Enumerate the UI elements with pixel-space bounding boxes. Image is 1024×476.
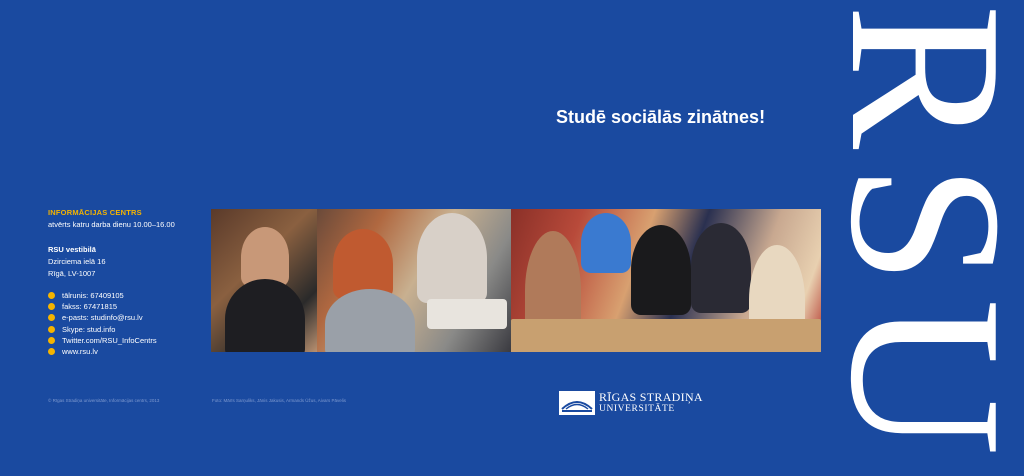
copyright-footnote: © Rīgas Stradiņa universitāte, Informāci… — [48, 398, 160, 403]
photo-credits-footnote: Foto: Mārīs Sarņuliks, Jānis Jakusis, Ar… — [212, 398, 347, 403]
contact-phone: tālrunis: 67409105 — [48, 290, 208, 301]
contact-skype: Skype: stud.info — [48, 324, 208, 335]
rsu-vertical-wordmark: RSU — [805, 4, 1024, 471]
logo-line-2: UNIVERSITĀTE — [599, 404, 675, 414]
info-centre-title: INFORMĀCIJAS CENTRS — [48, 208, 142, 217]
contact-email[interactable]: e-pasts: studinfo@rsu.lv — [48, 312, 208, 323]
student-portrait-photo — [211, 209, 317, 352]
bullet-icon — [48, 336, 55, 344]
address-line-1: Dzirciema ielā 16 — [48, 257, 106, 266]
rsu-logo: RĪGAS STRADIŅA UNIVERSITĀTE — [559, 391, 703, 415]
bullet-icon — [48, 292, 55, 300]
brochure-page: RSU Studē sociālās zinātnes! INFORMĀCIJA… — [0, 0, 1024, 476]
bullet-icon — [48, 303, 55, 311]
rsu-emblem-icon — [559, 391, 595, 415]
contact-twitter[interactable]: Twitter.com/RSU_InfoCentrs — [48, 335, 208, 346]
students-laptop-photo — [317, 209, 511, 352]
lobby-title: RSU vestibilā — [48, 245, 96, 254]
logo-line-1: RĪGAS STRADIŅA — [599, 390, 703, 404]
info-centre-hours: atvērts katru darba dienu 10.00–16.00 — [48, 220, 175, 229]
photo-strip — [211, 209, 821, 352]
contact-list: tālrunis: 67409105 fakss: 67471815 e-pas… — [48, 290, 208, 357]
lecture-hall-students-photo — [511, 209, 821, 352]
headline: Studē sociālās zinātnes! — [556, 107, 766, 127]
contact-website[interactable]: www.rsu.lv — [48, 346, 208, 357]
bullet-icon — [48, 314, 55, 322]
bullet-icon — [48, 325, 55, 333]
info-block: INFORMĀCIJAS CENTRS atvērts katru darba … — [48, 208, 208, 357]
contact-fax: fakss: 67471815 — [48, 301, 208, 312]
bullet-icon — [48, 348, 55, 356]
address-line-2: Rīgā, LV-1007 — [48, 269, 96, 278]
